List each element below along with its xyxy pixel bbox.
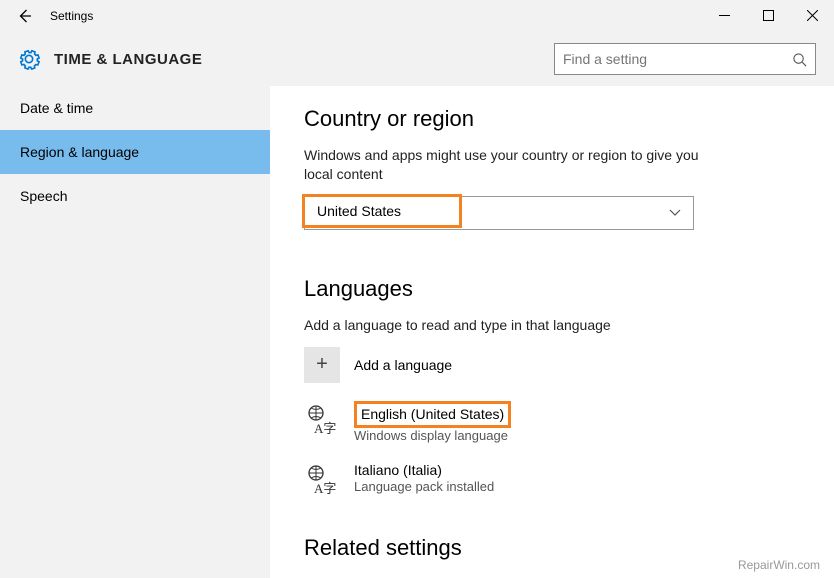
content-panel: Country or region Windows and apps might…	[270, 86, 834, 578]
close-button[interactable]	[790, 0, 834, 30]
search-icon	[792, 52, 807, 67]
add-language-label: Add a language	[354, 357, 452, 373]
search-box[interactable]	[554, 43, 816, 75]
svg-text:A字: A字	[314, 481, 336, 495]
language-item-italian[interactable]: A字 Italiano (Italia) Language pack insta…	[304, 461, 804, 497]
language-item-english[interactable]: A字 English (United States) Windows displ…	[304, 401, 804, 445]
sidebar: Date & time Region & language Speech	[0, 86, 270, 578]
minimize-button[interactable]	[702, 0, 746, 30]
search-input[interactable]	[563, 51, 783, 67]
language-name: Italiano (Italia)	[354, 461, 494, 479]
svg-text:A字: A字	[314, 421, 336, 435]
gear-icon	[18, 48, 40, 70]
add-language-button[interactable]: + Add a language	[304, 347, 804, 383]
languages-heading: Languages	[304, 276, 804, 302]
sidebar-item-speech[interactable]: Speech	[0, 174, 270, 218]
language-name: English (United States)	[361, 406, 504, 422]
main-area: Date & time Region & language Speech Cou…	[0, 86, 834, 578]
sidebar-item-region-language[interactable]: Region & language	[0, 130, 270, 174]
region-description: Windows and apps might use your country …	[304, 146, 704, 184]
sidebar-item-date-time[interactable]: Date & time	[0, 86, 270, 130]
maximize-button[interactable]	[746, 0, 790, 30]
page-header: TIME & LANGUAGE	[0, 32, 834, 86]
close-icon	[807, 10, 818, 21]
minimize-icon	[719, 10, 730, 21]
country-selected-highlight: United States	[302, 194, 462, 228]
language-icon: A字	[304, 461, 340, 497]
language-english-highlight: English (United States)	[354, 401, 511, 428]
back-button[interactable]	[10, 8, 38, 24]
watermark: RepairWin.com	[738, 558, 820, 572]
language-sub: Language pack installed	[354, 479, 494, 496]
related-heading: Related settings	[304, 535, 804, 561]
back-arrow-icon	[16, 8, 32, 24]
language-sub: Windows display language	[354, 428, 511, 445]
maximize-icon	[763, 10, 774, 21]
country-selected-value: United States	[317, 203, 401, 219]
region-heading: Country or region	[304, 106, 804, 132]
country-dropdown[interactable]: United States	[304, 196, 694, 230]
languages-description: Add a language to read and type in that …	[304, 316, 704, 335]
language-icon: A字	[304, 401, 340, 437]
plus-icon: +	[304, 347, 340, 383]
page-title: TIME & LANGUAGE	[54, 51, 202, 68]
window-controls	[702, 0, 834, 30]
chevron-down-icon	[669, 209, 681, 217]
window-title: Settings	[50, 9, 93, 23]
title-bar: Settings	[0, 0, 834, 32]
header-left: TIME & LANGUAGE	[18, 48, 202, 70]
